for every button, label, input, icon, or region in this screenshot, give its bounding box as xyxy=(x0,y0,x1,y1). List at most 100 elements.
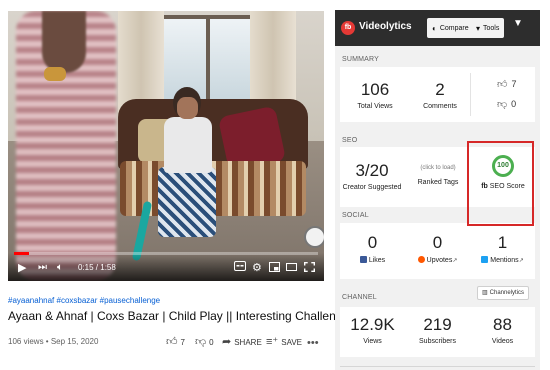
frame-child-legs xyxy=(158,167,216,237)
summary-dislikes: 👎︎ 0 xyxy=(497,98,516,110)
facebook-icon xyxy=(359,256,367,263)
summary-dislikes-value: 0 xyxy=(511,99,517,109)
external-link-icon: ↗ xyxy=(518,258,524,264)
play-icon[interactable]: ▶ xyxy=(18,261,26,275)
creator-suggested-label: Creator Suggested xyxy=(342,184,402,191)
share-button[interactable]: ➦ SHARE xyxy=(222,336,262,348)
social-mentions-value: 1 xyxy=(497,233,508,252)
reddit-icon xyxy=(417,256,425,263)
like-button[interactable]: 👍︎ 7 xyxy=(166,336,185,348)
total-views-metric: 106 Total Views xyxy=(340,80,410,110)
social-likes-value: 0 xyxy=(367,233,378,252)
ranked-tags-metric[interactable]: (click to load) Ranked Tags xyxy=(406,165,470,186)
frame-girl-hand xyxy=(44,67,66,81)
comments-value: 2 xyxy=(435,80,445,99)
channel-views-value: 12.9K xyxy=(350,315,395,334)
save-button[interactable]: ≡⁺ SAVE xyxy=(266,336,302,348)
panel-bottom-divider xyxy=(340,366,535,367)
next-icon[interactable]: ⏭ xyxy=(38,261,47,275)
total-views-label: Total Views xyxy=(357,103,393,110)
social-upvotes-caption: Upvotes↗ xyxy=(405,256,470,264)
social-upvotes-label: Upvotes xyxy=(426,257,453,264)
seo-score-highlight-box xyxy=(467,141,534,226)
frame-child-face xyxy=(177,97,198,119)
share-label: SHARE xyxy=(234,337,262,347)
comments-label: Comments xyxy=(423,103,457,110)
ranked-tags-hint: (click to load) xyxy=(420,165,456,171)
compare-button[interactable]: ◐ Compare xyxy=(427,18,474,38)
tools-caret-icon: ▾ xyxy=(476,23,481,33)
twitter-icon xyxy=(481,256,489,263)
progress-fill xyxy=(14,252,30,255)
captions-icon[interactable] xyxy=(234,261,246,275)
channelytics-label: Channelytics xyxy=(489,290,525,296)
seo-label: SEO xyxy=(342,137,358,144)
frame-girl-head xyxy=(42,11,86,73)
dislike-button[interactable]: 👎︎ 0 xyxy=(195,336,214,348)
videolytics-brand: Videolytics xyxy=(359,21,412,32)
add-to-playlist-icon: ≡⁺ xyxy=(266,336,279,348)
miniplayer-icon[interactable] xyxy=(269,262,280,276)
social-mentions-metric[interactable]: 1 Mentions↗ xyxy=(470,233,535,264)
channel-subscribers-value: 219 xyxy=(423,315,452,334)
channel-videos-value: 88 xyxy=(493,315,512,334)
social-label: SOCIAL xyxy=(342,212,369,219)
social-likes-label: Likes xyxy=(368,257,386,264)
video-hashtags[interactable]: #ayaanahnaf #coxsbazar #pausechallenge xyxy=(8,296,160,305)
time-display: 0:15 / 1:58 xyxy=(78,263,116,272)
channel-card: 12.9K Views 219 Subscribers 88 Videos xyxy=(340,307,535,357)
compare-label: Compare xyxy=(439,24,469,32)
summary-card: 106 Total Views 2 Comments 👍︎ 7 👎︎ 0 xyxy=(340,67,535,122)
video-player[interactable]: ▶ ⏭ 🔈︎ 0:15 / 1:58 ⚙ xyxy=(8,11,324,281)
volume-icon[interactable]: 🔈︎ xyxy=(57,261,63,275)
thumbs-down-icon: 👎︎ xyxy=(195,336,207,348)
channel-subscribers-metric: 219 Subscribers xyxy=(405,315,470,345)
summary-divider xyxy=(470,73,471,116)
thumbs-down-icon: 👎︎ xyxy=(497,99,508,110)
channel-videos-metric: 88 Videos xyxy=(470,315,535,345)
tools-button[interactable]: ▾ Tools xyxy=(471,18,505,38)
more-dots-icon: ••• xyxy=(307,337,319,349)
views-and-date: 106 views • Sep 15, 2020 xyxy=(8,337,99,346)
summary-likes-value: 7 xyxy=(511,79,517,89)
social-upvotes-value: 0 xyxy=(432,233,443,252)
panel-collapse-icon[interactable]: ▼ xyxy=(513,18,523,29)
fullscreen-icon[interactable] xyxy=(304,262,315,276)
save-label: SAVE xyxy=(281,337,302,347)
settings-gear-icon[interactable]: ⚙ xyxy=(252,261,262,275)
channel-subscribers-label: Subscribers xyxy=(419,338,456,345)
comments-metric: 2 Comments xyxy=(405,80,475,110)
thumbs-up-icon: 👍︎ xyxy=(166,336,178,348)
creator-suggested-metric: 3/20 Creator Suggested xyxy=(340,161,404,191)
channel-views-metric: 12.9K Views xyxy=(340,315,405,345)
channel-videos-label: Videos xyxy=(491,338,514,345)
channel-label: CHANNEL xyxy=(342,294,377,301)
creator-suggested-value: 3/20 xyxy=(355,161,389,180)
videolytics-header: fb Videolytics ◐ Compare ▾ Tools ▼ xyxy=(335,10,540,46)
summary-label: SUMMARY xyxy=(342,56,380,63)
video-frame xyxy=(8,11,324,281)
tools-label: Tools xyxy=(483,24,500,32)
social-likes-caption: Likes xyxy=(340,256,405,264)
compare-icon: ◐ xyxy=(432,23,437,33)
thumbs-up-icon: 👍︎ xyxy=(497,79,508,90)
channelytics-button[interactable]: ▥ Channelytics xyxy=(477,286,530,300)
progress-bar[interactable] xyxy=(14,252,318,255)
more-actions-button[interactable]: ••• xyxy=(307,337,319,349)
social-likes-metric[interactable]: 0 Likes xyxy=(340,233,405,264)
channelytics-chart-icon: ▥ xyxy=(482,290,488,296)
videolytics-logo-icon: fb xyxy=(341,21,355,35)
social-mentions-caption: Mentions↗ xyxy=(470,256,535,264)
dislike-count: 0 xyxy=(209,337,214,347)
summary-likes: 👍︎ 7 xyxy=(497,78,516,90)
channel-watermark[interactable] xyxy=(304,226,324,248)
external-link-icon: ↗ xyxy=(452,258,458,264)
channel-views-label: Views xyxy=(363,338,382,345)
ranked-tags-label: Ranked Tags xyxy=(417,179,459,186)
theater-mode-icon[interactable] xyxy=(286,262,297,276)
frame-child-body xyxy=(164,117,212,173)
social-upvotes-metric[interactable]: 0 Upvotes↗ xyxy=(405,233,470,264)
like-count: 7 xyxy=(180,337,185,347)
total-views-value: 106 xyxy=(360,80,390,99)
share-arrow-icon: ➦ xyxy=(222,336,232,348)
